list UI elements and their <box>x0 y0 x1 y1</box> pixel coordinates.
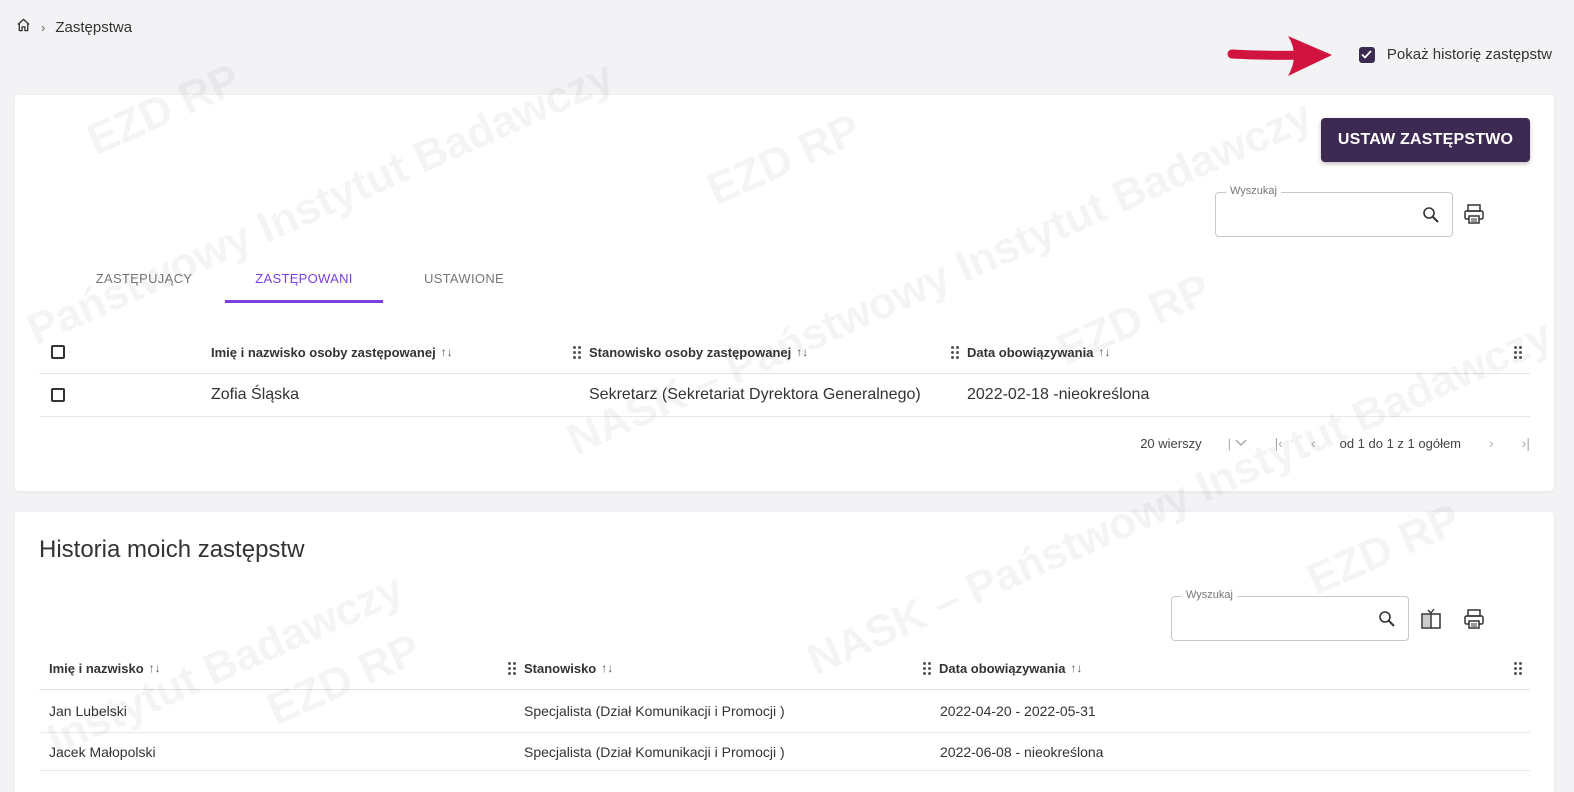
sort-icon[interactable]: ↑↓ <box>601 661 613 675</box>
tab-zastepujacy[interactable]: ZASTĘPUJĄCY <box>65 263 223 303</box>
search-label: Wyszukaj <box>1182 589 1237 601</box>
drag-handle-icon[interactable] <box>1514 662 1522 675</box>
home-icon[interactable] <box>16 18 31 36</box>
pagination: 20 wierszy | |‹ ‹ od 1 do 1 z 1 ogółem ›… <box>1140 435 1530 451</box>
column-header[interactable]: Stanowisko osoby zastępowanej ↑↓ <box>589 345 967 360</box>
tabs: ZASTĘPUJĄCY ZASTĘPOWANI USTAWIONE <box>65 263 543 303</box>
drag-handle-icon[interactable] <box>573 346 581 359</box>
sort-icon[interactable]: ↑↓ <box>149 661 161 675</box>
rows-per-page: 20 wierszy <box>1140 435 1202 451</box>
page-info: od 1 do 1 z 1 ogółem <box>1339 435 1462 451</box>
table-header: Imię i nazwisko osoby zastępowanej ↑↓ St… <box>39 331 1530 374</box>
row-name: Zofia Śląska <box>211 386 300 403</box>
tab-zastepowani[interactable]: ZASTĘPOWANI <box>225 263 383 303</box>
show-history-toggle[interactable]: Pokaż historię zastępstw <box>1358 46 1552 63</box>
rows-per-page-select[interactable]: | <box>1228 436 1247 451</box>
sort-icon[interactable]: ↑↓ <box>1098 345 1110 359</box>
breadcrumb-current: Zastępstwa <box>55 18 133 36</box>
search-icon[interactable] <box>1378 610 1396 633</box>
column-header[interactable]: Data obowiązywania ↑↓ <box>939 661 1530 676</box>
history-card: Historia moich zastępstw Wyszukaj Imię i… <box>15 512 1554 792</box>
select-all-checkbox[interactable] <box>51 345 65 359</box>
row-position: Specjalista (Dział Komunikacji i Promocj… <box>524 743 785 760</box>
chevron-down-icon <box>1235 439 1247 447</box>
sort-icon[interactable]: ↑↓ <box>1070 661 1082 675</box>
column-settings-icon[interactable] <box>1418 606 1444 632</box>
history-table: Imię i nazwisko ↑↓ Stanowisko ↑↓ Data ob… <box>39 647 1530 771</box>
last-page-icon[interactable]: ›| <box>1522 435 1530 451</box>
drag-handle-icon[interactable] <box>923 662 931 675</box>
drag-handle-icon[interactable] <box>951 346 959 359</box>
print-icon[interactable] <box>1461 201 1487 227</box>
column-header[interactable]: Imię i nazwisko osoby zastępowanej ↑↓ <box>211 345 589 360</box>
history-search-field[interactable]: Wyszukaj <box>1171 589 1409 641</box>
column-header[interactable]: Imię i nazwisko ↑↓ <box>39 661 524 676</box>
search-label: Wyszukaj <box>1226 185 1281 197</box>
drag-handle-icon[interactable] <box>508 662 516 675</box>
row-date: 2022-02-18 -nieokreślona <box>967 386 1150 403</box>
row-date: 2022-06-08 - nieokreślona <box>940 743 1104 760</box>
row-checkbox[interactable] <box>51 388 65 402</box>
next-page-icon[interactable]: › <box>1489 435 1494 451</box>
row-position: Sekretarz (Sekretariat Dyrektora General… <box>589 386 921 403</box>
show-history-checkbox[interactable] <box>1358 46 1375 63</box>
column-header[interactable]: Stanowisko ↑↓ <box>524 661 939 676</box>
sort-icon[interactable]: ↑↓ <box>796 345 808 359</box>
first-page-icon[interactable]: |‹ <box>1275 435 1283 451</box>
search-icon[interactable] <box>1422 206 1440 229</box>
column-header[interactable]: Data obowiązywania ↑↓ <box>967 345 1530 360</box>
history-title: Historia moich zastępstw <box>39 536 305 563</box>
breadcrumb: › Zastępstwa <box>16 18 132 36</box>
row-name: Jacek Małopolski <box>49 743 156 760</box>
prev-page-icon[interactable]: ‹ <box>1311 435 1316 451</box>
sort-icon[interactable]: ↑↓ <box>441 345 453 359</box>
table-header: Imię i nazwisko ↑↓ Stanowisko ↑↓ Data ob… <box>39 647 1530 690</box>
history-search-input[interactable] <box>1182 609 1372 625</box>
row-name: Jan Lubelski <box>49 703 127 719</box>
annotation-arrow-icon <box>1227 36 1332 76</box>
set-substitution-button[interactable]: USTAW ZASTĘPSTWO <box>1321 118 1530 162</box>
tab-ustawione[interactable]: USTAWIONE <box>385 263 543 303</box>
print-icon[interactable] <box>1461 606 1487 632</box>
table-row[interactable]: Zofia Śląska Sekretarz (Sekretariat Dyre… <box>39 374 1530 417</box>
show-history-label: Pokaż historię zastępstw <box>1386 46 1552 63</box>
table-row[interactable]: Jan Lubelski Specjalista (Dział Komunika… <box>39 690 1530 733</box>
row-position: Specjalista (Dział Komunikacji i Promocj… <box>524 703 785 719</box>
search-input[interactable] <box>1226 205 1416 221</box>
row-date: 2022-04-20 - 2022-05-31 <box>940 703 1096 719</box>
select-all-cell <box>39 345 211 359</box>
drag-handle-icon[interactable] <box>1514 346 1522 359</box>
search-field[interactable]: Wyszukaj <box>1215 185 1453 237</box>
substitutions-card: USTAW ZASTĘPSTWO Wyszukaj ZASTĘPUJĄCY ZA… <box>15 95 1554 491</box>
substituted-table: Imię i nazwisko osoby zastępowanej ↑↓ St… <box>39 331 1530 417</box>
table-row[interactable]: Jacek Małopolski Specjalista (Dział Komu… <box>39 733 1530 771</box>
breadcrumb-separator: › <box>41 19 46 35</box>
